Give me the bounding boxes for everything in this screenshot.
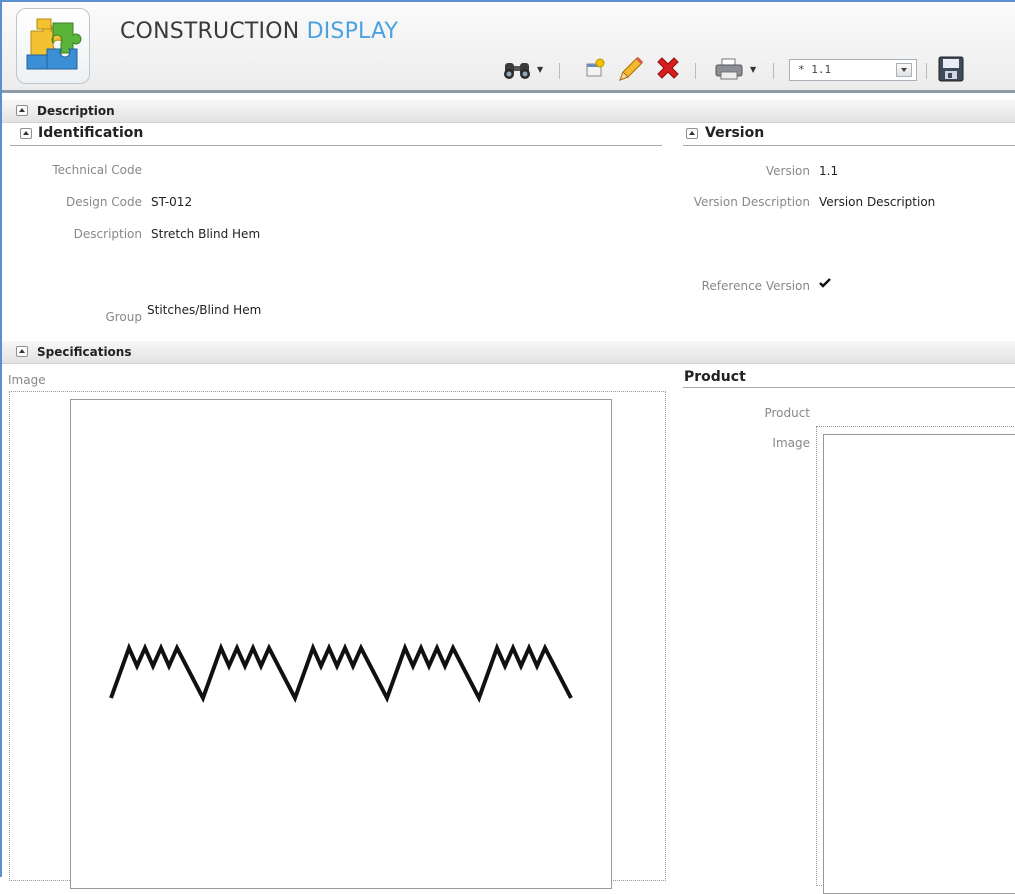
reference-version-label: Reference Version (701, 279, 810, 293)
spec-image-label: Image (8, 373, 46, 387)
toolbar-separator (926, 63, 927, 79)
version-label: Version (765, 164, 810, 178)
product-label: Product (764, 406, 810, 420)
checkmark-icon (818, 277, 832, 292)
version-description-value: Version Description (819, 195, 936, 209)
new-document-icon[interactable] (584, 58, 606, 83)
description-section-bar[interactable]: Description (2, 100, 1015, 123)
description-value: Stretch Blind Hem (151, 227, 261, 241)
section-title-product: Product (684, 369, 746, 385)
toolbar-separator (695, 63, 696, 79)
page-title: CONSTRUCTION DISPLAY (120, 19, 398, 44)
printer-icon[interactable] (714, 57, 744, 84)
technical-code-label: Technical Code (52, 163, 142, 177)
section-title-specifications: Specifications (37, 345, 132, 359)
chevron-down-icon[interactable] (896, 63, 912, 77)
search-dropdown-arrow[interactable]: ▼ (537, 65, 543, 74)
collapse-icon[interactable] (16, 105, 28, 116)
product-image-panel (816, 426, 1015, 894)
pencil-icon[interactable] (615, 54, 645, 87)
print-dropdown-arrow[interactable]: ▼ (750, 65, 756, 74)
product-image-frame (823, 434, 1015, 894)
design-code-label: Design Code (66, 195, 142, 209)
collapse-icon[interactable] (16, 346, 28, 357)
title-main: CONSTRUCTION (120, 19, 300, 44)
group-value: Stitches/Blind Hem (147, 303, 262, 317)
product-image-label: Image (772, 436, 810, 450)
description-label: Description (73, 227, 142, 241)
group-label: Group (105, 310, 142, 324)
toolbar-separator (773, 63, 774, 79)
toolbar-separator (559, 63, 560, 79)
product-divider (683, 387, 1015, 388)
section-title-version: Version (705, 125, 765, 141)
binoculars-icon[interactable] (502, 57, 534, 84)
identification-divider (10, 145, 662, 146)
spec-image-frame (70, 399, 612, 889)
header-bar: CONSTRUCTION DISPLAY ▼ ▼ * 1.1 (2, 2, 1015, 93)
version-divider (683, 145, 1015, 146)
spec-image-panel (9, 391, 666, 889)
collapse-icon[interactable] (20, 128, 32, 139)
design-code-value: ST-012 (151, 195, 193, 209)
red-x-icon[interactable] (653, 54, 683, 87)
title-accent: DISPLAY (306, 19, 399, 44)
window-left-border (0, 0, 2, 877)
section-title-description: Description (37, 104, 115, 118)
puzzle-logo-icon (16, 8, 90, 84)
section-title-identification: Identification (38, 125, 144, 141)
stretch-blind-hem-stitch-image (109, 642, 573, 703)
collapse-icon[interactable] (686, 128, 698, 139)
version-select-value: * 1.1 (798, 63, 832, 76)
save-disk-icon[interactable] (937, 55, 965, 86)
specifications-section-bar[interactable]: Specifications (2, 341, 1015, 364)
version-value: 1.1 (819, 164, 839, 178)
version-description-label: Version Description (693, 195, 810, 209)
version-select[interactable]: * 1.1 (789, 59, 917, 81)
